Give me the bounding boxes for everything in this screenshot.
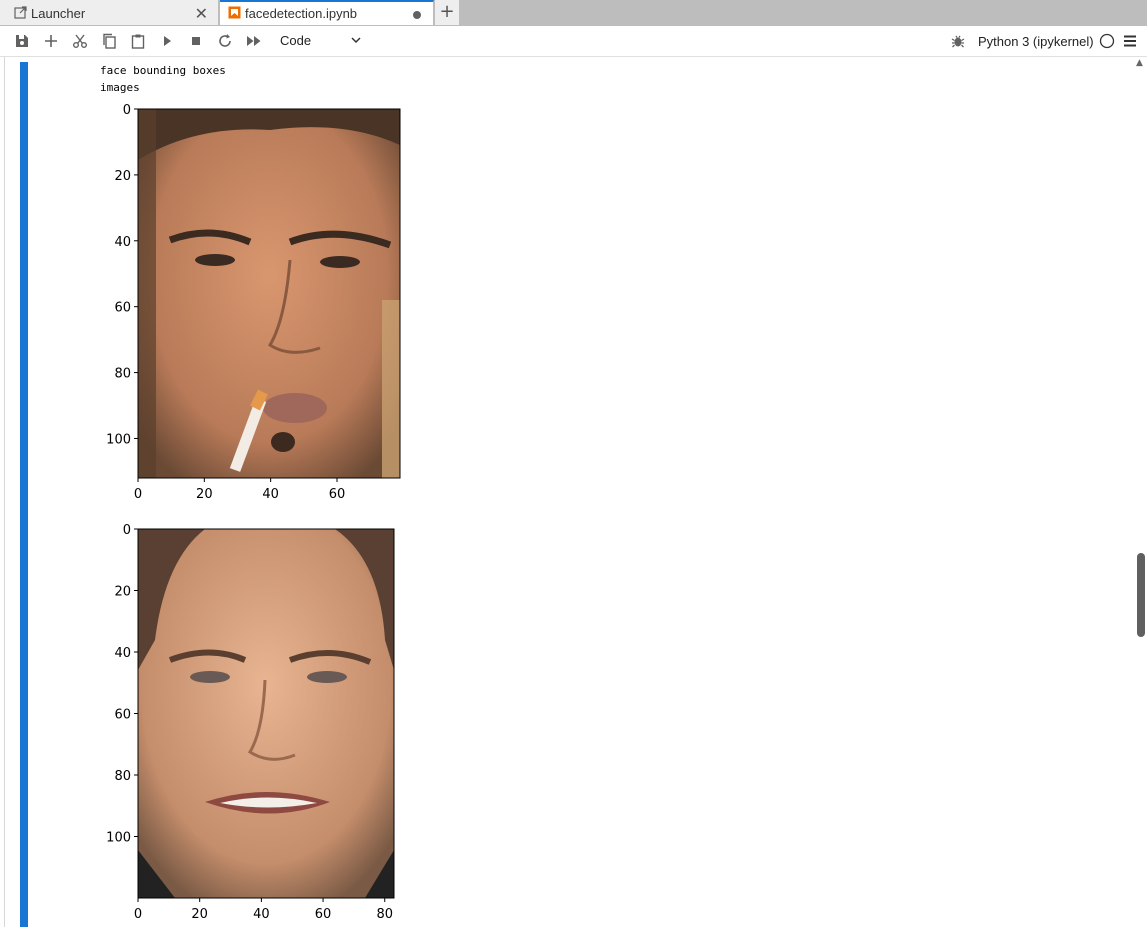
face-image-plot-1: 0 20 40 60 80 100 0 20 40 60	[106, 103, 401, 502]
menu-icon[interactable]	[1122, 33, 1138, 49]
y-tick-label: 20	[114, 585, 131, 600]
copy-icon[interactable]	[101, 33, 117, 49]
y-tick-label: 20	[114, 169, 131, 184]
y-axis-ticks: 0 20 40 60 80 100	[106, 103, 138, 447]
y-tick-label: 80	[114, 367, 131, 382]
launcher-icon	[14, 6, 27, 19]
x-tick-label: 80	[376, 907, 393, 922]
y-tick-label: 0	[123, 103, 131, 118]
y-axis-ticks: 0 20 40 60 80 100	[106, 523, 138, 846]
output-line: images	[100, 81, 140, 94]
active-cell-indicator[interactable]	[20, 62, 28, 927]
tab-launcher[interactable]: Launcher ✕	[0, 0, 219, 25]
kernel-name[interactable]: Python 3 (ipykernel)	[978, 34, 1094, 49]
x-tick-label: 20	[196, 487, 213, 502]
new-tab-button[interactable]: +	[435, 0, 459, 25]
tab-bar: Launcher ✕ facedetection.ipynb +	[0, 0, 1147, 26]
scroll-up-icon[interactable]: ▲	[1136, 58, 1143, 68]
x-tick-label: 0	[134, 907, 142, 922]
tab-label: facedetection.ipynb	[245, 6, 358, 21]
panel-border	[4, 57, 5, 927]
chevron-down-icon	[351, 37, 361, 44]
notebook-toolbar: Code Python 3 (ipykernel)	[0, 26, 1147, 57]
y-tick-label: 40	[114, 235, 131, 250]
y-tick-label: 60	[114, 301, 131, 316]
cell-output-text: face bounding boxes images	[100, 62, 226, 96]
y-tick-label: 100	[106, 831, 131, 846]
add-cell-icon[interactable]	[43, 33, 59, 49]
x-tick-label: 40	[262, 487, 279, 502]
y-tick-label: 80	[114, 769, 131, 784]
scrollbar-thumb[interactable]	[1137, 553, 1145, 637]
y-tick-label: 60	[114, 708, 131, 723]
face-image-1	[138, 109, 400, 478]
kernel-status-icon	[1099, 33, 1115, 49]
run-icon[interactable]	[159, 33, 175, 49]
y-tick-label: 0	[123, 523, 131, 538]
x-tick-label: 40	[253, 907, 270, 922]
run-all-icon[interactable]	[246, 33, 262, 49]
debugger-icon[interactable]	[950, 33, 966, 49]
stop-icon[interactable]	[188, 33, 204, 49]
tab-label: Launcher	[31, 6, 86, 21]
notebook-icon	[228, 6, 241, 19]
x-tick-label: 60	[329, 487, 346, 502]
tab-facedetection[interactable]: facedetection.ipynb	[220, 0, 434, 25]
x-tick-label: 20	[191, 907, 208, 922]
paste-icon[interactable]	[130, 33, 146, 49]
face-image-2	[138, 529, 394, 898]
face-image-plot-2: 0 20 40 60 80 100 0 20 40 60 80	[106, 523, 395, 922]
output-line: face bounding boxes	[100, 64, 226, 77]
y-tick-label: 100	[106, 432, 131, 447]
unsaved-dot-icon[interactable]	[413, 11, 421, 19]
x-axis-ticks: 0 20 40 60	[134, 478, 345, 502]
restart-icon[interactable]	[217, 33, 233, 49]
close-icon[interactable]: ✕	[195, 4, 208, 24]
cut-icon[interactable]	[72, 33, 88, 49]
y-tick-label: 40	[114, 646, 131, 661]
x-tick-label: 0	[134, 487, 142, 502]
cell-type-value: Code	[280, 33, 312, 48]
save-icon[interactable]	[14, 33, 30, 49]
x-tick-label: 60	[315, 907, 332, 922]
cell-type-select[interactable]: Code	[280, 33, 364, 51]
x-axis-ticks: 0 20 40 60 80	[134, 898, 393, 922]
